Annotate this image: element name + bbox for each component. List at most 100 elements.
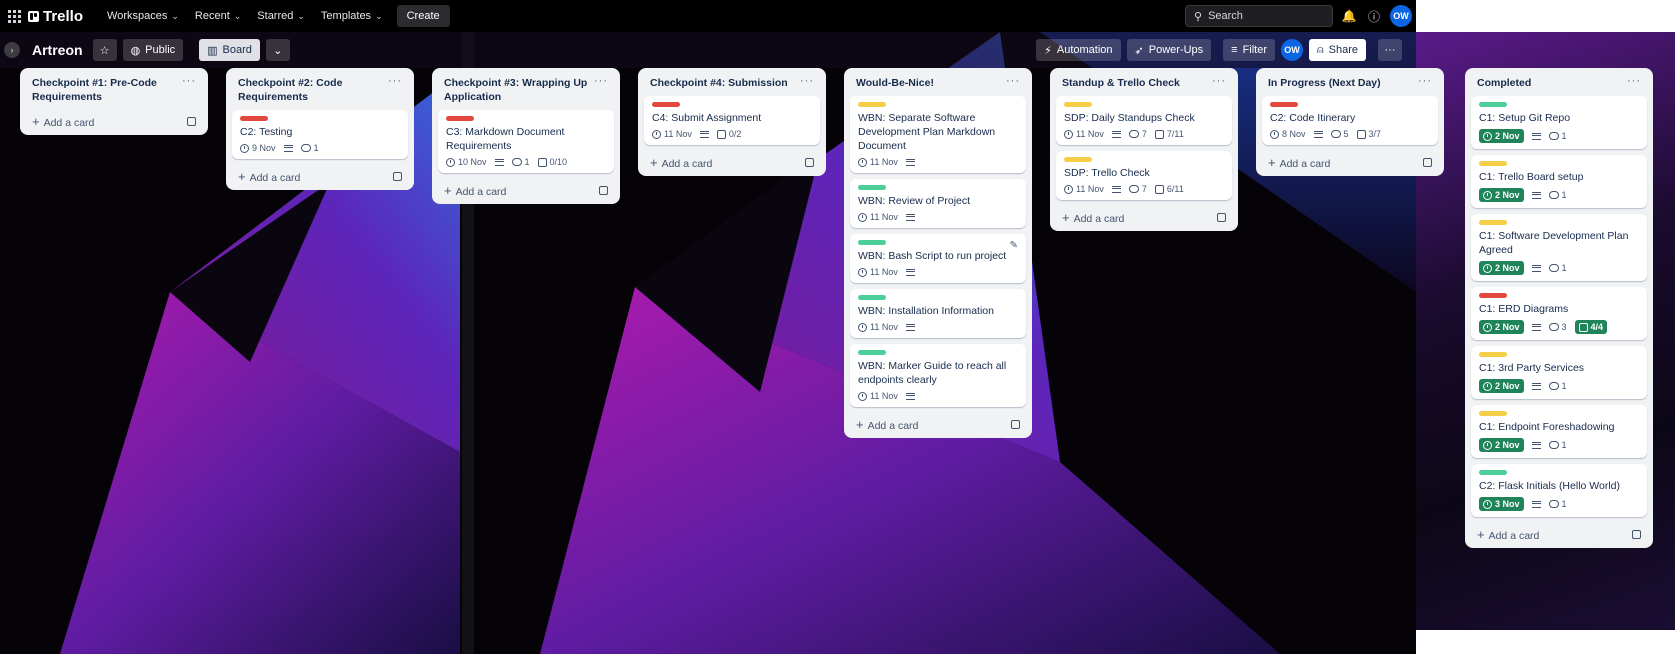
card-label[interactable] (858, 102, 886, 107)
list-title[interactable]: Checkpoint #1: Pre-Code Requirements (32, 76, 182, 104)
card-label[interactable] (1479, 102, 1507, 107)
powerups-button[interactable]: ➶ Power-Ups (1126, 39, 1212, 61)
due-date-badge[interactable]: 11 Nov (858, 267, 898, 277)
card-label[interactable] (1064, 102, 1092, 107)
filter-button[interactable]: ≡ Filter (1223, 39, 1276, 61)
add-card-button[interactable]: + Add a card (856, 417, 918, 432)
add-card-button[interactable]: + Add a card (1477, 527, 1539, 542)
app-switcher-icon[interactable] (0, 0, 28, 32)
card[interactable]: C1: Software Development Plan Agreed 2 No… (1471, 214, 1647, 281)
help-icon[interactable]: ⓘ (1365, 7, 1383, 25)
card-label[interactable] (1479, 220, 1507, 225)
card[interactable]: SDP: Daily Standups Check 11 Nov 7 7/11 (1056, 96, 1232, 145)
due-date-badge[interactable]: 8 Nov (1270, 129, 1306, 139)
card-template-icon[interactable] (1632, 530, 1641, 539)
card-template-icon[interactable] (599, 186, 608, 195)
due-date-badge[interactable]: 3 Nov (1479, 497, 1524, 511)
card-label[interactable] (1479, 161, 1507, 166)
due-date-badge[interactable]: 2 Nov (1479, 188, 1524, 202)
due-date-badge[interactable]: 2 Nov (1479, 379, 1524, 393)
card[interactable]: C1: Endpoint Foreshadowing 2 Nov 1 (1471, 405, 1647, 458)
card-label[interactable] (858, 185, 886, 190)
visibility-button[interactable]: ◍ Public (122, 39, 184, 61)
sidebar-toggle-icon[interactable]: › (4, 42, 20, 58)
list-menu-icon[interactable]: ··· (800, 76, 814, 87)
card[interactable]: C1: Setup Git Repo 2 Nov 1 (1471, 96, 1647, 149)
card-template-icon[interactable] (1423, 158, 1432, 167)
list-title[interactable]: Completed (1477, 76, 1627, 90)
add-card-button[interactable]: + Add a card (1062, 210, 1124, 225)
menu-recent[interactable]: Recent ⌄ (187, 0, 249, 32)
card[interactable]: WBN: Installation Information 11 Nov (850, 289, 1026, 338)
due-date-badge[interactable]: 2 Nov (1479, 261, 1524, 275)
due-date-badge[interactable]: 11 Nov (1064, 129, 1104, 139)
card-label[interactable] (858, 240, 886, 245)
card[interactable]: C1: 3rd Party Services 2 Nov 1 (1471, 346, 1647, 399)
card-label[interactable] (1479, 293, 1507, 298)
list-title[interactable]: Would-Be-Nice! (856, 76, 1006, 90)
list-title[interactable]: Checkpoint #2: Code Requirements (238, 76, 388, 104)
list-title[interactable]: Checkpoint #3: Wrapping Up Application (444, 76, 594, 104)
card-template-icon[interactable] (1217, 213, 1226, 222)
due-date-badge[interactable]: 2 Nov (1479, 438, 1524, 452)
share-button[interactable]: ⍝ Share (1309, 39, 1366, 61)
card[interactable]: WBN: Separate Software Development Plan … (850, 96, 1026, 173)
card[interactable]: C1: ERD Diagrams 2 Nov 3 4/4 (1471, 287, 1647, 340)
list-menu-icon[interactable]: ··· (1212, 76, 1226, 87)
card-label[interactable] (1064, 157, 1092, 162)
card[interactable]: WBN: Marker Guide to reach all endpoints… (850, 344, 1026, 407)
list-menu-icon[interactable]: ··· (1006, 76, 1020, 87)
board-title[interactable]: Artreon (32, 42, 83, 58)
card-label[interactable] (858, 350, 886, 355)
due-date-badge[interactable]: 11 Nov (858, 391, 898, 401)
pencil-icon[interactable]: ✎ (1010, 240, 1018, 251)
card[interactable]: C3: Markdown Document Requirements 10 Nov… (438, 110, 614, 173)
card[interactable]: C2: Code Itinerary 8 Nov 5 3/7 (1262, 96, 1438, 145)
due-date-badge[interactable]: 2 Nov (1479, 129, 1524, 143)
card-label[interactable] (858, 295, 886, 300)
trello-logo[interactable]: Trello (28, 8, 83, 25)
card[interactable]: C2: Testing 9 Nov 1 (232, 110, 408, 159)
due-date-badge[interactable]: 11 Nov (652, 129, 692, 139)
card-template-icon[interactable] (1011, 420, 1020, 429)
card-label[interactable] (1270, 102, 1298, 107)
search-input[interactable]: ⚲ Search (1185, 5, 1333, 27)
card-template-icon[interactable] (393, 172, 402, 181)
due-date-badge[interactable]: 11 Nov (858, 157, 898, 167)
notifications-icon[interactable]: 🔔 (1340, 7, 1358, 25)
due-date-badge[interactable]: 11 Nov (1064, 184, 1104, 194)
card-template-icon[interactable] (805, 158, 814, 167)
card-label[interactable] (1479, 352, 1507, 357)
board-view-button[interactable]: ▥ Board (199, 39, 260, 61)
list-menu-icon[interactable]: ··· (594, 76, 608, 87)
list-title[interactable]: In Progress (Next Day) (1268, 76, 1418, 90)
add-card-button[interactable]: + Add a card (32, 114, 94, 129)
menu-starred[interactable]: Starred ⌄ (249, 0, 313, 32)
card-label[interactable] (1479, 470, 1507, 475)
list-title[interactable]: Checkpoint #4: Submission (650, 76, 800, 90)
list-menu-icon[interactable]: ··· (388, 76, 402, 87)
card-template-icon[interactable] (187, 117, 196, 126)
view-switcher-button[interactable]: ⌄ (265, 39, 290, 61)
due-date-badge[interactable]: 11 Nov (858, 322, 898, 332)
list-title[interactable]: Standup & Trello Check (1062, 76, 1212, 90)
card-label[interactable] (652, 102, 680, 107)
board-menu-button[interactable]: ··· (1378, 39, 1402, 61)
menu-templates[interactable]: Templates ⌄ (313, 0, 391, 32)
card[interactable]: WBN: Bash Script to run project ✎ 11 Nov (850, 234, 1026, 283)
menu-workspaces[interactable]: Workspaces ⌄ (99, 0, 187, 32)
board-member-avatar[interactable]: OW (1281, 39, 1304, 61)
list-menu-icon[interactable]: ··· (182, 76, 196, 87)
list-menu-icon[interactable]: ··· (1418, 76, 1432, 87)
card-label[interactable] (446, 116, 474, 121)
add-card-button[interactable]: + Add a card (238, 169, 300, 184)
card-label[interactable] (1479, 411, 1507, 416)
star-board-button[interactable]: ☆ (92, 39, 117, 61)
automation-button[interactable]: ⚡ Automation (1036, 39, 1121, 61)
card[interactable]: WBN: Review of Project 11 Nov (850, 179, 1026, 228)
card[interactable]: C4: Submit Assignment 11 Nov 0/2 (644, 96, 820, 145)
due-date-badge[interactable]: 11 Nov (858, 212, 898, 222)
due-date-badge[interactable]: 9 Nov (240, 143, 276, 153)
card[interactable]: C2: Flask Initials (Hello World) 3 Nov 1 (1471, 464, 1647, 517)
add-card-button[interactable]: + Add a card (444, 183, 506, 198)
